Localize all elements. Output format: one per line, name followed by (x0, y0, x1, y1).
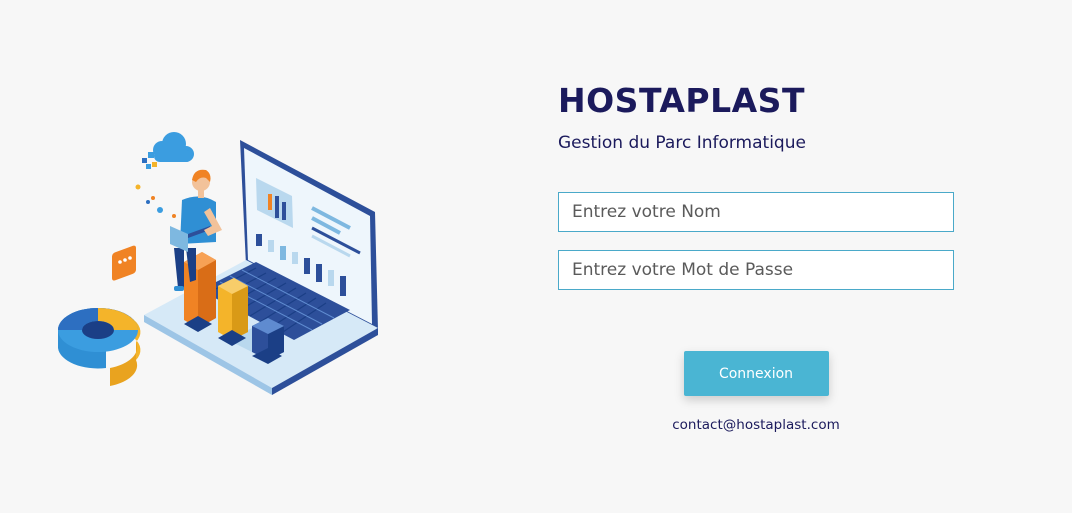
brand-title: HOSTAPLAST (558, 81, 805, 120)
name-input[interactable] (558, 192, 954, 232)
password-input[interactable] (558, 250, 954, 290)
donut-chart-icon (58, 307, 141, 386)
contact-email-link[interactable]: contact@hostaplast.com (558, 417, 954, 433)
dashboard-illustration (58, 132, 378, 395)
login-panel: HOSTAPLAST Gestion du Parc Informatique … (558, 80, 954, 433)
chat-bubble-icon (112, 245, 136, 281)
submit-wrapper: Connexion (558, 351, 954, 396)
connexion-button[interactable]: Connexion (683, 351, 829, 396)
app-subtitle: Gestion du Parc Informatique (558, 133, 806, 153)
login-page: HOSTAPLAST Gestion du Parc Informatique … (0, 0, 1072, 513)
